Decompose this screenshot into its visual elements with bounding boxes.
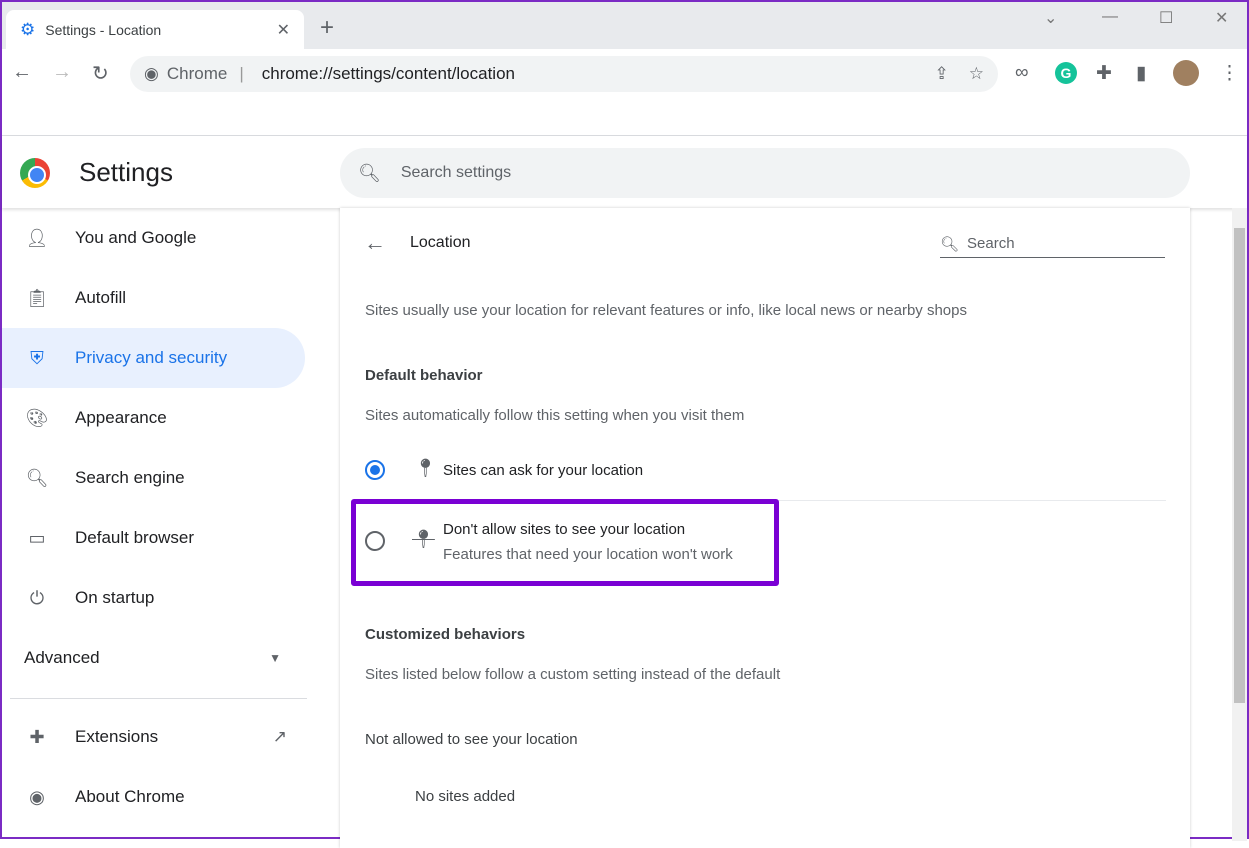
extension-icon[interactable]: ∞ <box>1015 62 1029 84</box>
menu-icon[interactable]: ⋮ <box>1220 62 1239 85</box>
tab-title: Settings - Location <box>45 21 162 38</box>
close-tab-icon[interactable]: ✕ <box>277 20 290 40</box>
search-icon: 🔍︎ <box>25 467 49 488</box>
browser-icon: ▭ <box>28 527 46 548</box>
highlight-box <box>351 499 779 586</box>
divider <box>10 698 307 699</box>
sidebar-item-label: On startup <box>75 588 155 607</box>
open-external-icon: ↗ <box>272 727 287 746</box>
sidebar-item-on-startup[interactable]: ⏻ On startup <box>2 568 305 628</box>
chrome-icon: ◉ <box>144 64 159 83</box>
chrome-icon: ◉ <box>29 786 45 807</box>
not-allowed-heading: Not allowed to see your location <box>365 731 578 748</box>
tab-search-icon[interactable]: ⌄ <box>1044 8 1057 28</box>
sidebar-advanced[interactable]: Advanced ▼ <box>2 628 305 688</box>
radio-allow[interactable] <box>365 460 385 480</box>
caret-down-icon: ▼ <box>269 651 281 665</box>
side-panel-icon[interactable]: ▮ <box>1136 62 1146 85</box>
bookmark-star-icon[interactable]: ☆ <box>969 64 984 84</box>
sidebar-item-default-browser[interactable]: ▭ Default browser <box>2 508 305 568</box>
sidebar-item-about[interactable]: ◉ About Chrome <box>2 767 305 827</box>
omnibox-site: Chrome <box>166 64 228 83</box>
puzzle-icon[interactable]: ✚ <box>1096 62 1112 85</box>
sidebar-item-privacy[interactable]: ⛨ Privacy and security <box>2 328 305 388</box>
forward-button[interactable]: → <box>52 61 72 84</box>
new-tab-button[interactable]: + <box>320 14 334 42</box>
sidebar-item-search-engine[interactable]: 🔍︎ Search engine <box>2 448 305 508</box>
power-icon: ⏻ <box>29 587 45 608</box>
search-placeholder: Search settings <box>400 164 512 181</box>
location-pin-icon: 📍︎ <box>414 458 437 478</box>
shield-icon: ⛨ <box>30 347 44 368</box>
share-icon[interactable]: ⇪ <box>935 64 949 84</box>
option-allow-label[interactable]: Sites can ask for your location <box>443 462 643 479</box>
site-search-input[interactable]: 🔍︎ Search <box>940 230 1165 258</box>
sidebar-item-label: Appearance <box>75 408 167 427</box>
section-title: Location <box>410 234 471 251</box>
search-icon: 🔍︎ <box>358 162 381 183</box>
scrollbar[interactable] <box>1232 208 1247 841</box>
omnibox-url: chrome://settings/content/location <box>261 64 515 83</box>
sidebar-item-label: Search engine <box>75 468 185 487</box>
description: Sites usually use your location for rele… <box>365 302 967 319</box>
default-behavior-heading: Default behavior <box>365 367 483 384</box>
customized-heading: Customized behaviors <box>365 626 526 643</box>
clipboard-icon: 📋︎ <box>25 287 49 308</box>
minimize-button[interactable]: — <box>1102 8 1118 26</box>
back-button[interactable]: ← <box>12 61 32 84</box>
gear-icon: ⚙ <box>20 19 36 39</box>
no-sites-label: No sites added <box>415 788 516 805</box>
tab-strip: ⚙ Settings - Location ✕ + ⌄ — ☐ ✕ <box>2 2 1247 49</box>
chrome-logo-icon <box>20 158 50 188</box>
puzzle-icon: ✚ <box>29 726 45 747</box>
sidebar-item-label: Privacy and security <box>75 348 228 367</box>
maximize-button[interactable]: ☐ <box>1159 8 1173 28</box>
advanced-label: Advanced <box>24 648 100 667</box>
search-settings-input[interactable]: 🔍︎ Search settings <box>340 148 1190 198</box>
settings-header: Settings 🔍︎ Search settings <box>2 136 1247 208</box>
grammarly-icon[interactable]: G <box>1055 62 1077 84</box>
page-title: Settings <box>79 157 173 187</box>
back-arrow-icon[interactable]: ← <box>364 230 386 256</box>
sidebar-item-appearance[interactable]: 🎨︎ Appearance <box>2 388 305 448</box>
customized-sub: Sites listed below follow a custom setti… <box>365 666 781 683</box>
sidebar: 👤︎ You and Google 📋︎ Autofill ⛨ Privacy and… <box>2 208 312 827</box>
sidebar-item-label: You and Google <box>75 228 197 247</box>
toolbar: ← → ↻ ◉ Chrome | chrome://settings/conte… <box>2 49 1247 101</box>
sidebar-item-label: Default browser <box>75 528 195 547</box>
reload-button[interactable]: ↻ <box>92 61 109 86</box>
palette-icon: 🎨︎ <box>25 407 49 428</box>
sidebar-item-you-and-google[interactable]: 👤︎ You and Google <box>2 208 305 268</box>
sidebar-item-autofill[interactable]: 📋︎ Autofill <box>2 268 305 328</box>
tab-settings-location[interactable]: ⚙ Settings - Location ✕ <box>6 10 304 49</box>
default-behavior-sub: Sites automatically follow this setting … <box>365 407 745 424</box>
search-icon: 🔍︎ <box>940 235 960 253</box>
person-icon: 👤︎ <box>25 227 49 248</box>
search-placeholder: Search <box>967 235 1015 252</box>
close-window-button[interactable]: ✕ <box>1215 8 1228 28</box>
scrollbar-thumb[interactable] <box>1234 228 1245 703</box>
sidebar-item-label: Extensions <box>75 727 159 746</box>
sidebar-item-label: Autofill <box>75 288 127 307</box>
avatar[interactable] <box>1173 60 1199 86</box>
location-settings-card: ← Location 🔍︎ Search Sites usually use yo… <box>340 208 1190 848</box>
sidebar-item-extensions[interactable]: ✚ Extensions ↗ <box>2 707 305 767</box>
address-bar[interactable]: ◉ Chrome | chrome://settings/content/loc… <box>130 56 998 92</box>
sidebar-item-label: About Chrome <box>75 787 185 806</box>
